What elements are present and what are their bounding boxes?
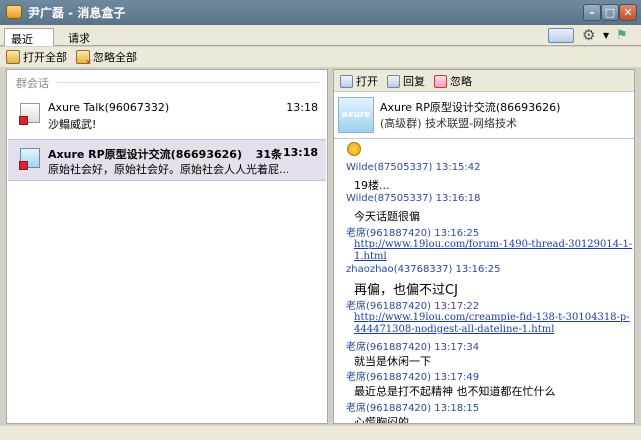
status-bar <box>0 426 641 440</box>
message-text: 最近总是打不起精神 也不知道都在忙什么 <box>354 385 556 398</box>
message-text: 19楼... <box>354 179 390 192</box>
reply-button[interactable]: 回复 <box>387 73 425 89</box>
status-badge <box>19 161 28 170</box>
open-all-label: 打开全部 <box>23 51 67 64</box>
message-detail: 打开 回复 忽略 axure Axure RP原型设计交流(86693626) … <box>333 69 635 424</box>
close-button[interactable]: ✕ <box>619 4 637 21</box>
divider <box>57 82 319 83</box>
conversation-time: 13:18 <box>282 146 318 159</box>
window-title: 尹广磊 - 消息盒子 <box>28 6 126 20</box>
message-link[interactable]: http://www.19lou.com/forum-1490-thread-3… <box>354 239 632 251</box>
message-text: 就当是休闲一下 <box>354 355 431 368</box>
message-text: 心慌胸闷的 <box>354 416 409 424</box>
message-sender: 老席(961887420) 13:17:22 <box>346 301 480 312</box>
message-box-icon <box>6 5 22 19</box>
ignore-all-label: 忽略全部 <box>93 51 137 64</box>
group-name: Axure RP原型设计交流(86693626) <box>380 101 561 114</box>
list-item[interactable]: Axure Talk(96067332) 13:18 沙鳎威武! <box>8 95 326 137</box>
group-description: (高级群) 技术联盟-网络技术 <box>380 117 518 130</box>
message-sender: 老席(961887420) 13:16:25 <box>346 228 480 239</box>
conversation-name: Axure Talk(96067332) <box>48 101 170 114</box>
reply-label: 回复 <box>403 75 425 88</box>
group-info: axure Axure RP原型设计交流(86693626) (高级群) 技术联… <box>334 93 634 139</box>
message-text: 再偏，也偏不过CJ <box>354 283 458 298</box>
message-sender: Wilde(87505337) 13:15:42 <box>346 162 481 173</box>
conversation-time: 13:18 <box>286 101 318 114</box>
list-item[interactable]: Axure RP原型设计交流(86693626) 31条 13:18 原始社会好… <box>8 139 326 181</box>
minimize-button[interactable]: – <box>583 4 601 21</box>
open-icon <box>340 74 353 88</box>
status-badge <box>19 116 28 125</box>
ignore-button[interactable]: 忽略 <box>434 73 472 89</box>
conversation-list: 群会话 Axure Talk(96067332) 13:18 沙鳎威武! Axu… <box>6 69 328 424</box>
open-all-icon <box>6 50 20 64</box>
message-link[interactable]: 1.html <box>354 251 387 263</box>
ignore-all-button[interactable]: 忽略全部 <box>76 49 137 67</box>
title-bar: 尹广磊 - 消息盒子 – □ ✕ <box>0 0 641 25</box>
conversation-preview: 沙鳎威武! <box>48 118 97 131</box>
message-link[interactable]: http://www.19lou.com/creampie-fid-138-t-… <box>354 312 630 324</box>
unread-count: 31条 <box>255 148 282 161</box>
group-avatar[interactable]: axure <box>338 97 374 133</box>
open-button[interactable]: 打开 <box>340 73 378 89</box>
message-list: Wilde(87505337) 13:15:42 19楼... Wilde(87… <box>334 140 634 424</box>
avatar <box>19 148 40 170</box>
message-link[interactable]: 444471308-nodigest-all-dateline-1.html <box>354 324 554 336</box>
reply-icon <box>387 74 400 88</box>
ignore-icon <box>434 74 447 88</box>
conversation-preview: 原始社会好，原始社会好。原始社会人人光着屁... <box>48 163 288 176</box>
maximize-button[interactable]: □ <box>601 4 619 21</box>
message-sender: 老席(961887420) 13:17:34 <box>346 342 480 353</box>
view-list-icon[interactable] <box>548 28 574 43</box>
tab-bar: 最近 (1) 请求 ⚙ ▼ ⚑ <box>0 25 641 60</box>
message-sender: Wilde(87505337) 13:16:18 <box>346 193 481 204</box>
chevron-down-icon[interactable]: ▼ <box>603 28 611 43</box>
open-all-button[interactable]: 打开全部 <box>6 49 67 65</box>
smiley-emoji-icon <box>347 142 361 156</box>
open-label: 打开 <box>356 75 378 88</box>
conversation-name: Axure RP原型设计交流(86693626) <box>48 148 242 161</box>
tab-recent[interactable]: 最近 (1) <box>4 28 54 60</box>
toolbar: 打开全部 忽略全部 <box>0 47 641 67</box>
message-sender: 老席(961887420) 13:18:15 <box>346 403 480 414</box>
ignore-label: 忽略 <box>450 75 472 88</box>
message-sender: zhaozhao(43768337) 13:16:25 <box>346 264 501 275</box>
message-text: 今天话题很偏 <box>354 210 420 223</box>
avatar <box>19 103 40 125</box>
tab-requests[interactable]: 请求 <box>62 28 96 46</box>
message-sender: 老席(961887420) 13:17:49 <box>346 372 480 383</box>
detail-toolbar: 打开 回复 忽略 <box>334 70 634 92</box>
ignore-all-icon <box>76 50 92 67</box>
group-header: 群会话 <box>16 77 49 90</box>
pin-icon[interactable]: ⚑ <box>616 28 634 43</box>
